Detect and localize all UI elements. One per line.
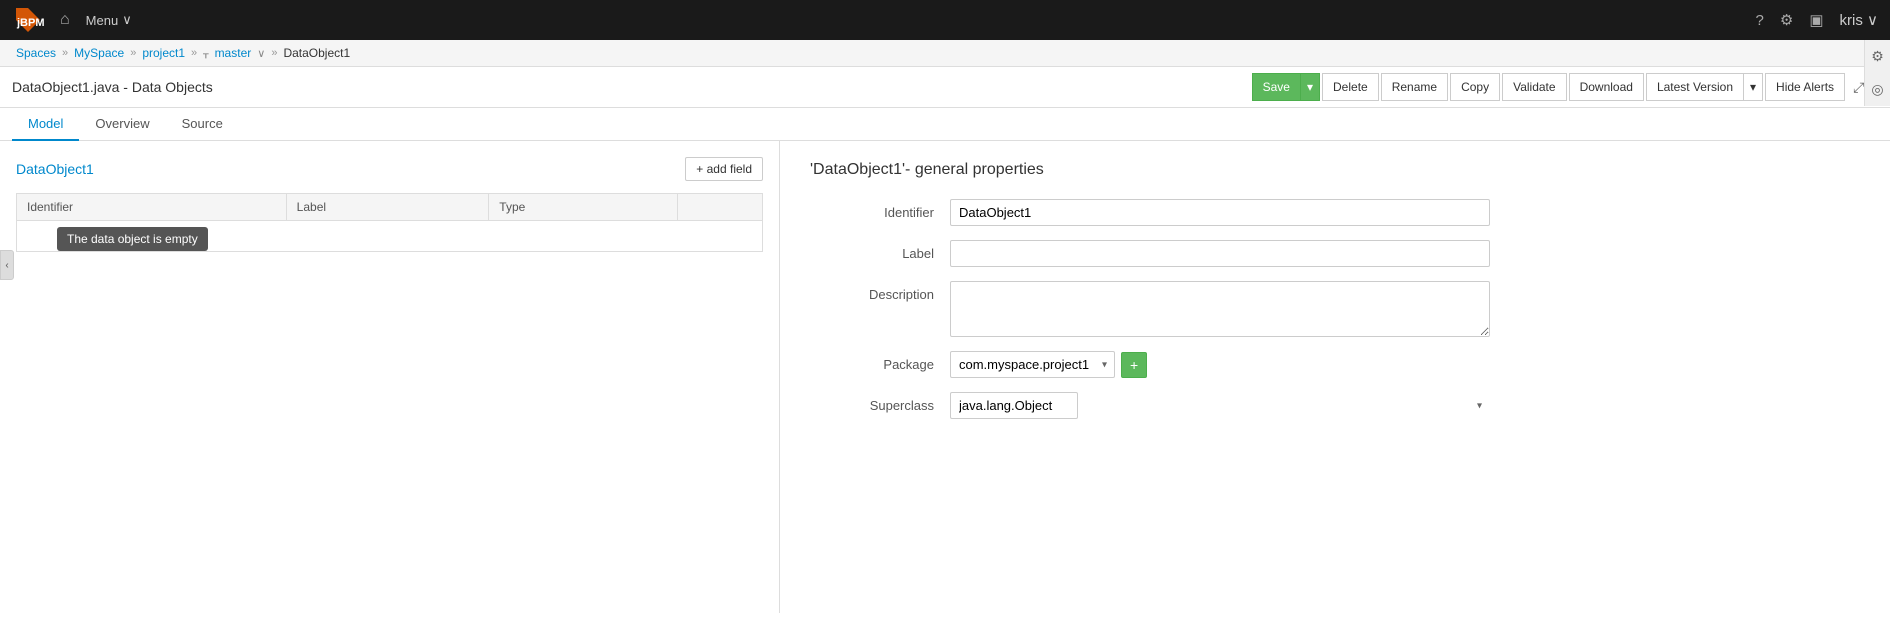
hide-alerts-button[interactable]: Hide Alerts	[1765, 73, 1845, 101]
identifier-row: Identifier	[810, 199, 1860, 226]
label-input[interactable]	[950, 240, 1490, 267]
package-select-container: com.myspace.project1 ▾	[950, 351, 1115, 378]
help-icon[interactable]: ?	[1756, 12, 1764, 29]
home-icon[interactable]: ⌂	[60, 11, 70, 29]
content-area: DataObject1 + add field Identifier Label…	[0, 141, 1890, 613]
toolbar-buttons: Save ▾ Delete Rename Copy Validate Downl…	[1252, 73, 1878, 101]
package-label: Package	[810, 351, 950, 372]
left-panel: DataObject1 + add field Identifier Label…	[0, 141, 780, 613]
delete-button[interactable]: Delete	[1322, 73, 1379, 101]
col-header-type: Type	[489, 194, 678, 221]
menu-button[interactable]: Menu ∨	[86, 12, 132, 28]
description-textarea[interactable]	[950, 281, 1490, 337]
user-menu[interactable]: kris ∨	[1840, 11, 1878, 29]
data-table: Identifier Label Type The data object is…	[16, 193, 763, 252]
rename-button[interactable]: Rename	[1381, 73, 1448, 101]
col-header-actions	[678, 194, 763, 221]
package-select-wrapper: com.myspace.project1 ▾ +	[950, 351, 1147, 378]
save-btn-group: Save ▾	[1252, 73, 1320, 101]
svg-text:jBPM: jBPM	[16, 17, 44, 29]
tab-overview[interactable]: Overview	[79, 108, 165, 141]
side-rail: ⚙ ◎	[1864, 40, 1890, 106]
breadcrumb-myspace[interactable]: MySpace	[74, 46, 124, 60]
empty-row: The data object is empty	[17, 221, 763, 252]
left-panel-toggle[interactable]: ‹	[0, 250, 14, 280]
validate-button[interactable]: Validate	[1502, 73, 1566, 101]
superclass-select-arrow: ▾	[1477, 400, 1482, 411]
save-button[interactable]: Save	[1252, 73, 1301, 101]
save-dropdown-button[interactable]: ▾	[1301, 73, 1320, 101]
identifier-label: Identifier	[810, 199, 950, 220]
breadcrumb-master[interactable]: master	[215, 46, 252, 60]
branch-dropdown-arrow[interactable]: ∨	[257, 47, 265, 60]
breadcrumb-spaces[interactable]: Spaces	[16, 46, 56, 60]
tabs-row: Model Overview Source	[0, 108, 1890, 141]
side-rail-settings-icon[interactable]: ⚙	[1871, 48, 1884, 65]
description-label: Description	[810, 281, 950, 302]
superclass-row: Superclass java.lang.Object ▾	[810, 392, 1860, 419]
latest-version-button[interactable]: Latest Version	[1646, 73, 1744, 101]
description-row: Description	[810, 281, 1860, 337]
breadcrumb-current: DataObject1	[283, 46, 350, 60]
download-button[interactable]: Download	[1569, 73, 1644, 101]
breadcrumb: Spaces » MySpace » project1 » ᚁ master ∨…	[0, 40, 1890, 67]
label-row: Label	[810, 240, 1860, 267]
package-row: Package com.myspace.project1 ▾ +	[810, 351, 1860, 378]
file-toolbar: DataObject1.java - Data Objects Save ▾ D…	[0, 67, 1890, 108]
data-object-header: DataObject1 + add field	[16, 157, 763, 181]
right-panel: 'DataObject1'- general properties Identi…	[780, 141, 1890, 613]
monitor-icon[interactable]: ▣	[1809, 11, 1823, 29]
latest-version-dropdown[interactable]: ▾	[1744, 73, 1763, 101]
file-title: DataObject1.java - Data Objects	[12, 79, 213, 95]
data-object-name[interactable]: DataObject1	[16, 161, 94, 177]
tab-model[interactable]: Model	[12, 108, 79, 141]
label-label: Label	[810, 240, 950, 261]
col-header-identifier: Identifier	[17, 194, 287, 221]
identifier-input[interactable]	[950, 199, 1490, 226]
properties-title: 'DataObject1'- general properties	[810, 161, 1860, 179]
branch-icon: ᚁ	[203, 47, 208, 60]
empty-message: The data object is empty	[57, 227, 208, 251]
side-rail-globe-icon[interactable]: ◎	[1871, 81, 1883, 98]
superclass-label: Superclass	[810, 392, 950, 413]
add-field-button[interactable]: + add field	[685, 157, 763, 181]
copy-button[interactable]: Copy	[1450, 73, 1500, 101]
superclass-select-container: java.lang.Object ▾	[950, 392, 1490, 419]
top-navbar: jBPM ⌂ Menu ∨ ? ⚙ ▣ kris ∨	[0, 0, 1890, 40]
logo-area: jBPM	[12, 4, 44, 36]
jbpm-logo-icon: jBPM	[12, 4, 44, 36]
expand-icon[interactable]: ⤢	[1853, 79, 1864, 96]
package-select[interactable]: com.myspace.project1	[950, 351, 1115, 378]
tab-source[interactable]: Source	[166, 108, 239, 141]
nav-right: ? ⚙ ▣ kris ∨	[1756, 11, 1878, 29]
latest-version-btn-group: Latest Version ▾	[1646, 73, 1763, 101]
breadcrumb-project1[interactable]: project1	[142, 46, 185, 60]
settings-icon[interactable]: ⚙	[1780, 11, 1793, 29]
superclass-select[interactable]: java.lang.Object	[950, 392, 1078, 419]
col-header-label: Label	[286, 194, 489, 221]
add-package-button[interactable]: +	[1121, 352, 1147, 378]
